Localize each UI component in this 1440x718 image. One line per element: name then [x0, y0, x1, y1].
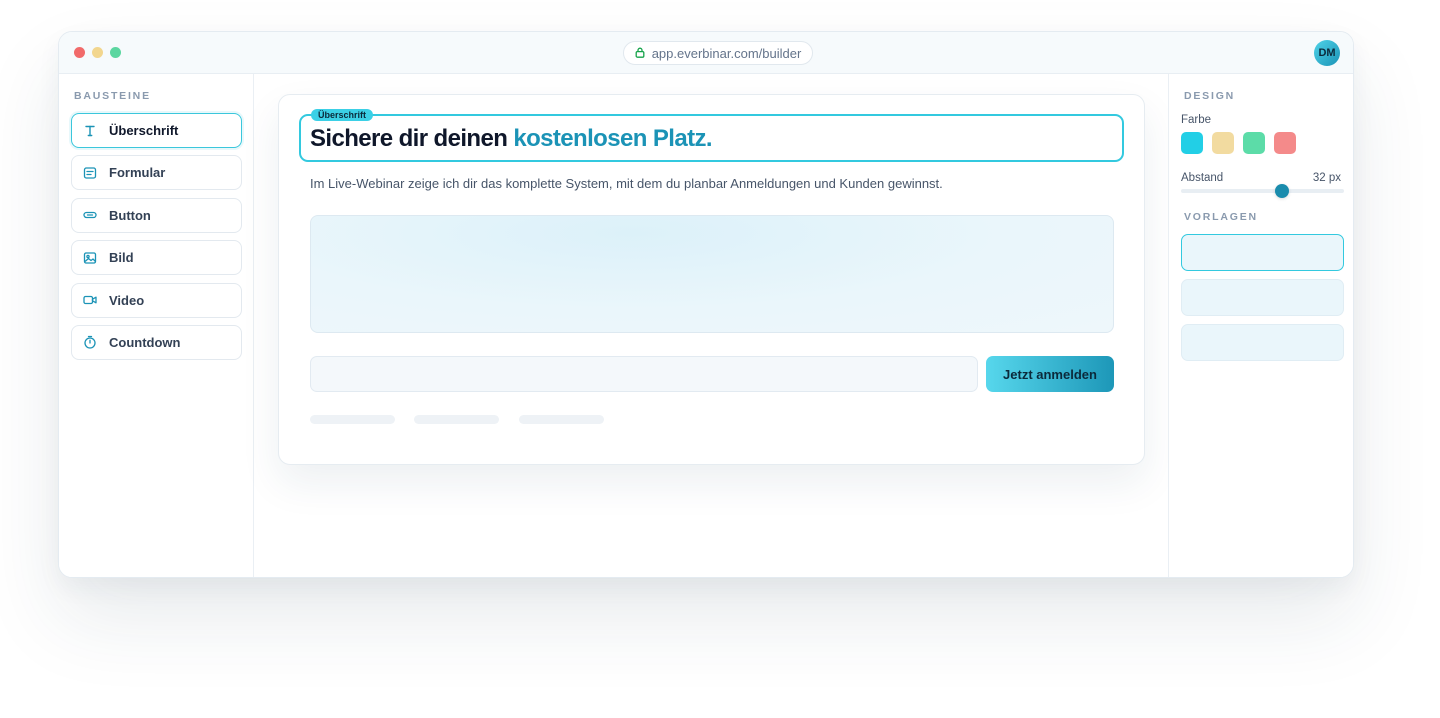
template-card[interactable]	[1181, 279, 1344, 316]
color-swatch[interactable]	[1243, 132, 1265, 154]
headline-text[interactable]: Sichere dir deinen kostenlosen Platz.	[310, 125, 713, 153]
lock-icon	[635, 46, 645, 61]
email-input[interactable]	[310, 356, 978, 392]
templates-section-title: VORLAGEN	[1184, 211, 1258, 223]
timer-icon	[83, 335, 97, 350]
blocks-section-title: BAUSTEINE	[74, 90, 151, 102]
block-item-label: Countdown	[109, 334, 181, 350]
block-item-formular[interactable]: Formular	[71, 155, 242, 191]
spacing-label: Abstand	[1181, 172, 1224, 184]
page-preview-card: Überschrift Sichere dir deinen kostenlos…	[278, 94, 1145, 465]
block-item-label: Button	[109, 207, 151, 223]
design-section-title: DESIGN	[1184, 90, 1236, 102]
title-bar: app.everbinar.com/builder DM	[59, 32, 1353, 74]
skeleton-line	[519, 415, 604, 424]
block-item-ueberschrift[interactable]: Überschrift	[71, 113, 242, 148]
block-item-button[interactable]: Button	[71, 197, 242, 233]
template-card[interactable]	[1181, 234, 1344, 271]
block-item-video[interactable]: Video	[71, 282, 242, 318]
block-item-label: Bild	[109, 250, 134, 266]
color-swatch[interactable]	[1212, 132, 1234, 154]
headline-block-selected[interactable]: Überschrift Sichere dir deinen kostenlos…	[299, 109, 1124, 162]
media-placeholder[interactable]	[310, 215, 1114, 333]
url-text: app.everbinar.com/builder	[651, 45, 802, 61]
button-icon	[83, 208, 97, 222]
skeleton-line	[310, 415, 395, 424]
headline-main: Sichere dir deinen	[310, 125, 514, 152]
cta-button[interactable]: Jetzt anmelden	[986, 356, 1114, 392]
headline-accent: kostenlosen Platz.	[513, 125, 712, 152]
minimize-window-button[interactable]	[92, 47, 103, 58]
design-panel: DESIGN Farbe Abstand 32 px VORLAGEN	[1168, 74, 1353, 577]
selected-block-tag: Überschrift	[311, 109, 374, 121]
video-icon	[83, 293, 97, 307]
spacing-slider-track[interactable]	[1181, 189, 1344, 193]
form-icon	[83, 166, 97, 180]
maximize-window-button[interactable]	[110, 47, 121, 58]
blocks-sidebar: BAUSTEINE Überschrift Formular Button Bi…	[59, 74, 254, 577]
block-item-bild[interactable]: Bild	[71, 240, 242, 276]
skeleton-line	[414, 415, 499, 424]
image-icon	[83, 251, 97, 265]
close-window-button[interactable]	[74, 47, 85, 58]
block-item-label: Video	[109, 292, 145, 308]
subtext-paragraph[interactable]: Im Live-Webinar zeige ich dir das komple…	[310, 176, 943, 191]
color-label: Farbe	[1181, 114, 1212, 126]
block-item-label: Formular	[109, 165, 166, 181]
spacing-slider-thumb[interactable]	[1275, 184, 1290, 198]
builder-canvas: Überschrift Sichere dir deinen kostenlos…	[255, 74, 1168, 577]
block-item-countdown[interactable]: Countdown	[71, 324, 242, 360]
blocks-list: Überschrift Formular Button Bild Video C…	[71, 113, 242, 367]
user-avatar[interactable]: DM	[1314, 40, 1340, 66]
address-bar[interactable]: app.everbinar.com/builder	[623, 41, 813, 65]
text-icon	[83, 124, 97, 138]
color-swatch[interactable]	[1181, 132, 1203, 154]
browser-window: app.everbinar.com/builder DM BAUSTEINE Ü…	[58, 31, 1354, 578]
template-card[interactable]	[1181, 324, 1344, 361]
color-swatch[interactable]	[1274, 132, 1296, 154]
spacing-value: 32 px	[1312, 172, 1341, 184]
block-item-label: Überschrift	[109, 123, 179, 138]
